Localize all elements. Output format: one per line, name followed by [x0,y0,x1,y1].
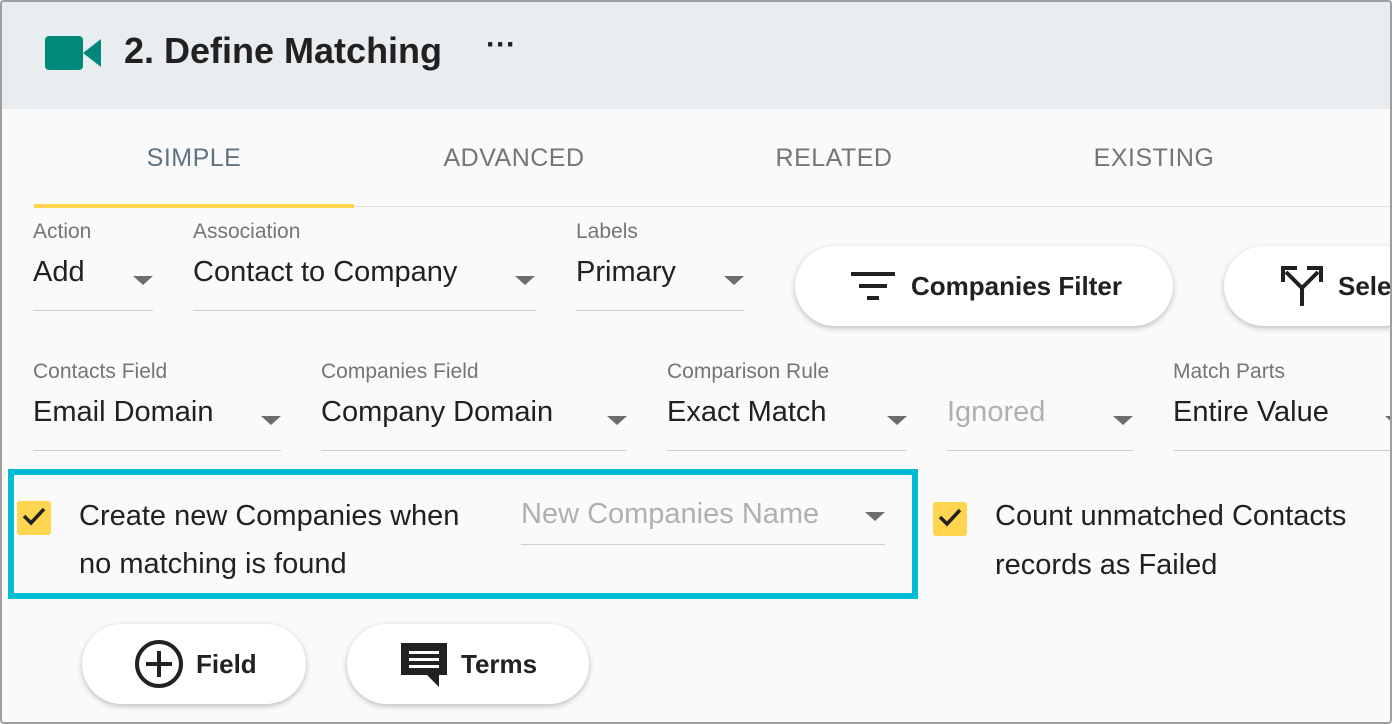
tab-existing[interactable]: EXISTING [994,109,1314,207]
companies-filter-label: Companies Filter [911,270,1122,301]
create-new-label-line2: no matching is found [79,548,347,580]
underline [1173,450,1390,451]
select-button[interactable]: Sele [1224,246,1392,326]
ignored-select[interactable]: Ignored [947,360,1133,452]
add-field-button[interactable]: Field [82,624,306,704]
chevron-down-icon [1385,416,1390,425]
chevron-down-icon [515,276,535,285]
more-options-icon[interactable]: ··· [486,28,516,62]
underline [321,450,627,451]
chevron-down-icon [261,416,281,425]
select-label: Sele [1338,270,1392,301]
action-label: Action [33,220,92,243]
chevron-down-icon [865,512,885,521]
contacts-field-select[interactable]: Contacts Field Email Domain [33,360,281,452]
match-parts-select[interactable]: Match Parts Entire Value [1173,360,1390,452]
new-companies-name-placeholder: New Companies Name [521,498,820,530]
tab-simple[interactable]: SIMPLE [34,109,354,208]
chevron-down-icon [1113,416,1133,425]
tab-label: ADVANCED [443,143,585,172]
tab-label: RELATED [775,143,893,172]
tab-label: EXISTING [1093,143,1215,172]
companies-field-value: Company Domain [321,396,554,428]
tab-label: SIMPLE [146,143,242,172]
underline [667,450,907,451]
association-label: Association [193,220,301,243]
check-icon [938,507,962,532]
count-unmatched-label-line1: Count unmatched Contacts [995,500,1347,532]
match-parts-label: Match Parts [1173,360,1286,383]
chevron-down-icon [887,416,907,425]
companies-field-label: Companies Field [321,360,479,383]
video-camera-icon [45,34,101,77]
comparison-rule-select[interactable]: Comparison Rule Exact Match [667,360,907,452]
terms-button[interactable]: Terms [347,624,589,704]
companies-field-select[interactable]: Companies Field Company Domain [321,360,627,452]
underline [33,450,281,451]
action-value: Add [33,256,85,288]
filter-icon [851,269,895,303]
add-field-label: Field [196,648,257,679]
page-title: 2. Define Matching [124,30,443,71]
window-frame: 2. Define Matching ··· SIMPLE ADVANCED R… [0,0,1392,724]
labels-label: Labels [576,220,638,243]
match-parts-value: Entire Value [1173,396,1329,428]
action-select[interactable]: Action Add [33,220,153,312]
underline [193,310,536,311]
terms-label: Terms [461,648,538,679]
contacts-field-value: Email Domain [33,396,214,428]
underline [521,544,885,545]
chevron-down-icon [724,276,744,285]
labels-value: Primary [576,256,676,288]
chevron-down-icon [133,276,153,285]
tab-advanced[interactable]: ADVANCED [354,109,674,207]
add-circle-icon [134,639,184,689]
new-companies-name-select[interactable]: New Companies Name [521,480,885,550]
comment-icon [399,639,449,689]
tab-related[interactable]: RELATED [674,109,994,207]
companies-filter-button[interactable]: Companies Filter [795,246,1173,326]
ignored-value: Ignored [947,396,1046,428]
chevron-down-icon [607,416,627,425]
active-tab-indicator [34,204,354,208]
comparison-rule-value: Exact Match [667,396,827,428]
count-unmatched-checkbox[interactable] [933,502,967,536]
association-select[interactable]: Association Contact to Company [193,220,536,312]
matching-panel: SIMPLE ADVANCED RELATED EXISTING Action … [2,109,1392,722]
check-icon [22,506,46,531]
underline [947,450,1133,451]
contacts-field-label: Contacts Field [33,360,168,383]
count-unmatched-label-line2: records as Failed [995,549,1218,581]
create-new-checkbox[interactable] [17,501,51,535]
header-bar: 2. Define Matching ··· [2,2,1390,109]
create-new-label-line1: Create new Companies when [79,500,460,532]
association-value: Contact to Company [193,256,458,288]
split-arrow-icon [1280,264,1324,308]
underline [33,310,153,311]
tab-bar: SIMPLE ADVANCED RELATED EXISTING [34,109,1390,208]
underline [576,310,744,311]
comparison-rule-label: Comparison Rule [667,360,830,383]
labels-select[interactable]: Labels Primary [576,220,744,312]
